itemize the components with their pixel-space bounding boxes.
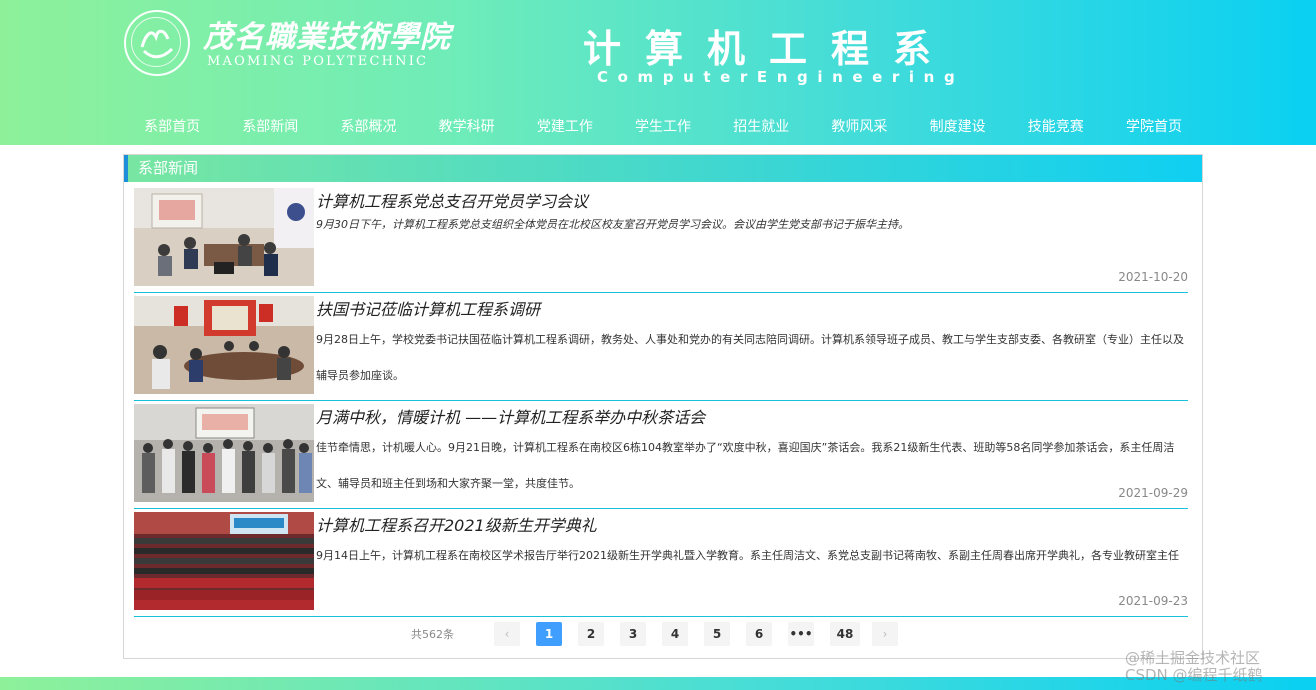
- page-button-2[interactable]: 2: [578, 622, 604, 646]
- news-thumbnail[interactable]: [134, 404, 314, 502]
- news-title[interactable]: 计算机工程系党总支召开党员学习会议: [316, 188, 588, 212]
- prev-page-button[interactable]: ‹: [494, 622, 520, 646]
- nav-item-students[interactable]: 学生工作: [614, 116, 712, 138]
- total-count: 共562条: [411, 628, 454, 641]
- news-summary: 9月28日上午，学校党委书记扶国莅临计算机工程系调研，教务处、人事处和党办的有关…: [316, 333, 1184, 382]
- nav-item-college-home[interactable]: 学院首页: [1105, 116, 1203, 138]
- news-item[interactable]: 月满中秋，情暖计机 ——计算机工程系举办中秋茶话会 佳节牵情思，计机暖人心。9月…: [134, 400, 1188, 509]
- news-item[interactable]: 扶国书记莅临计算机工程系调研 9月28日上午，学校党委书记扶国莅临计算机工程系调…: [134, 292, 1188, 401]
- news-panel: 系部新闻 计算机工程系党总支召开党员学习会议 9月30日下午，计算机工程系党总支…: [123, 154, 1203, 659]
- news-date: 2021-09-23: [1118, 594, 1188, 608]
- news-date: 2021-10-20: [1118, 270, 1188, 284]
- news-date: 2021-09-29: [1118, 486, 1188, 500]
- nav-item-overview[interactable]: 系部概况: [319, 116, 417, 138]
- pagination: 共562条 ‹ 1 2 3 4 5 6 ••• 48 ›: [124, 621, 1202, 647]
- nav-item-admission[interactable]: 招生就业: [712, 116, 810, 138]
- news-item[interactable]: 计算机工程系召开2021级新生开学典礼 9月14日上午，计算机工程系在南校区学术…: [134, 508, 1188, 617]
- page-button-6[interactable]: 6: [746, 622, 772, 646]
- news-summary: 佳节牵情思，计机暖人心。9月21日晚，计算机工程系在南校区6栋104教室举办了“…: [316, 441, 1175, 490]
- news-thumbnail[interactable]: [134, 188, 314, 286]
- school-name-en: MAOMING POLYTECHNIC: [207, 54, 429, 69]
- nav-item-rules[interactable]: 制度建设: [909, 116, 1007, 138]
- page-button-3[interactable]: 3: [620, 622, 646, 646]
- watermark: @稀土掘金技术社区 CSDN @编程千纸鹤: [1125, 650, 1263, 684]
- page-button-1[interactable]: 1: [536, 622, 562, 646]
- news-thumbnail[interactable]: [134, 296, 314, 394]
- page-button-48[interactable]: 48: [830, 622, 860, 646]
- page-ellipsis-button[interactable]: •••: [788, 622, 814, 646]
- news-summary: 9月30日下午，计算机工程系党总支组织全体党员在北校区校友室召开党员学习会议。会…: [316, 218, 909, 231]
- watermark-line-1: @稀土掘金技术社区: [1125, 649, 1261, 667]
- nav-item-party[interactable]: 党建工作: [516, 116, 614, 138]
- panel-title: 系部新闻: [124, 155, 1202, 182]
- footer-strip: [0, 677, 1316, 690]
- news-title[interactable]: 计算机工程系召开2021级新生开学典礼: [316, 512, 597, 536]
- news-summary: 9月14日上午，计算机工程系在南校区学术报告厅举行2021级新生开学典礼暨入学教…: [316, 549, 1179, 562]
- school-name-cn: 茂名職業技術學院: [203, 20, 451, 55]
- nav-item-teaching[interactable]: 教学科研: [418, 116, 516, 138]
- department-title: 计算机工程系: [583, 26, 956, 71]
- nav-item-teachers[interactable]: 教师风采: [810, 116, 908, 138]
- watermark-line-2: CSDN @编程千纸鹤: [1125, 666, 1263, 684]
- site-header: 茂名職業技術學院 MAOMING POLYTECHNIC 计算机工程系 Comp…: [0, 0, 1316, 145]
- next-page-button[interactable]: ›: [872, 622, 898, 646]
- news-thumbnail[interactable]: [134, 512, 314, 610]
- news-item[interactable]: 计算机工程系党总支召开党员学习会议 9月30日下午，计算机工程系党总支组织全体党…: [134, 184, 1188, 293]
- school-logo-icon[interactable]: [124, 10, 190, 76]
- page-button-4[interactable]: 4: [662, 622, 688, 646]
- news-title[interactable]: 扶国书记莅临计算机工程系调研: [316, 296, 540, 320]
- news-title[interactable]: 月满中秋，情暖计机 ——计算机工程系举办中秋茶话会: [316, 404, 705, 428]
- nav-item-home[interactable]: 系部首页: [123, 116, 221, 138]
- main-nav: 系部首页 系部新闻 系部概况 教学科研 党建工作 学生工作 招生就业 教师风采 …: [123, 116, 1203, 138]
- page-button-5[interactable]: 5: [704, 622, 730, 646]
- nav-item-news[interactable]: 系部新闻: [221, 116, 319, 138]
- nav-item-contests[interactable]: 技能竞赛: [1007, 116, 1105, 138]
- department-subtitle: ComputerEngineering: [597, 68, 965, 86]
